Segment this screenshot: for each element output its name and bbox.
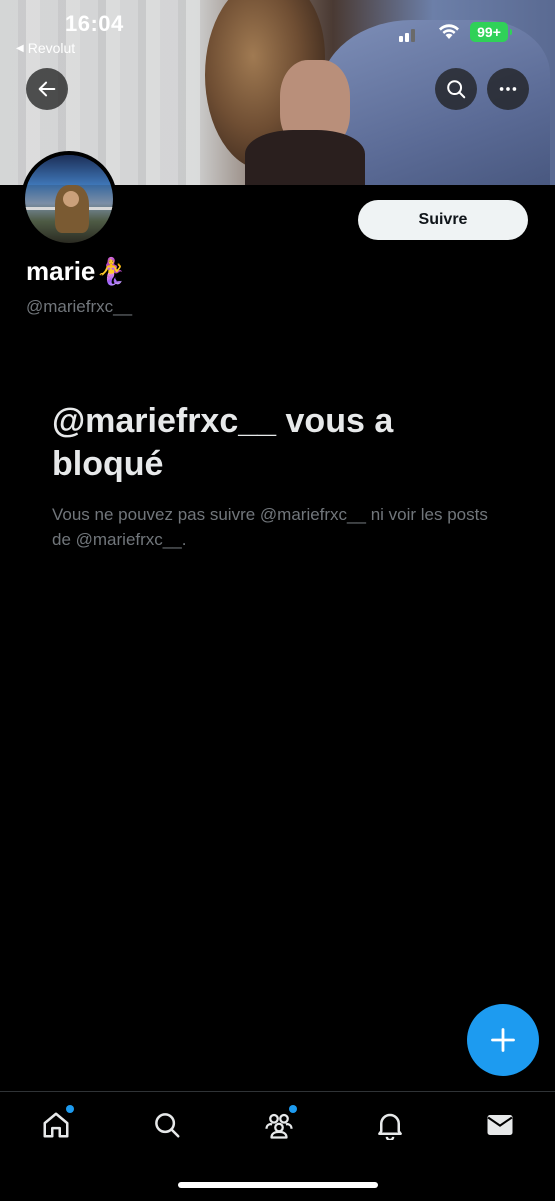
bell-icon xyxy=(378,1113,402,1140)
tab-communities[interactable] xyxy=(263,1105,297,1141)
home-notification-dot xyxy=(66,1105,74,1113)
arrow-left-icon xyxy=(38,81,56,97)
blocked-title: @mariefrxc__ vous a bloqué xyxy=(52,402,394,483)
banner-shadow xyxy=(245,130,365,185)
plus-icon xyxy=(491,1028,515,1052)
avatar-sky xyxy=(25,155,113,185)
profile-handle: @mariefrxc__ xyxy=(26,297,133,316)
wifi-icon xyxy=(439,24,459,39)
avatar-image xyxy=(25,155,113,243)
tab-notifications[interactable] xyxy=(374,1109,406,1141)
search-icon xyxy=(155,1113,180,1138)
display-name: marie🧜‍♀️ xyxy=(26,256,128,286)
communities-icon xyxy=(265,1113,293,1139)
more-icon xyxy=(499,87,517,91)
back-button[interactable] xyxy=(26,68,68,110)
tab-search[interactable] xyxy=(151,1109,183,1141)
tab-messages[interactable] xyxy=(484,1109,516,1141)
mail-icon xyxy=(487,1115,513,1135)
search-icon xyxy=(447,80,466,99)
back-triangle-icon: ◀ xyxy=(16,42,24,54)
status-time: 16:04 xyxy=(65,11,124,36)
back-to-app[interactable]: ◀ Revolut xyxy=(16,40,75,56)
home-icon xyxy=(43,1112,69,1138)
signal-icon xyxy=(399,29,415,42)
blocked-description: Vous ne pouvez pas suivre @mariefrxc__ n… xyxy=(52,505,488,549)
avatar-face xyxy=(63,191,79,207)
more-button[interactable] xyxy=(487,68,529,110)
home-indicator[interactable] xyxy=(178,1182,378,1188)
tab-home[interactable] xyxy=(40,1105,74,1141)
search-button[interactable] xyxy=(435,68,477,110)
battery-indicator: 99+ xyxy=(470,22,512,42)
avatar[interactable] xyxy=(21,151,117,247)
back-app-label: Revolut xyxy=(27,40,76,56)
follow-button[interactable]: Suivre xyxy=(358,200,528,240)
compose-button[interactable] xyxy=(467,1004,539,1076)
communities-notification-dot xyxy=(289,1105,297,1113)
